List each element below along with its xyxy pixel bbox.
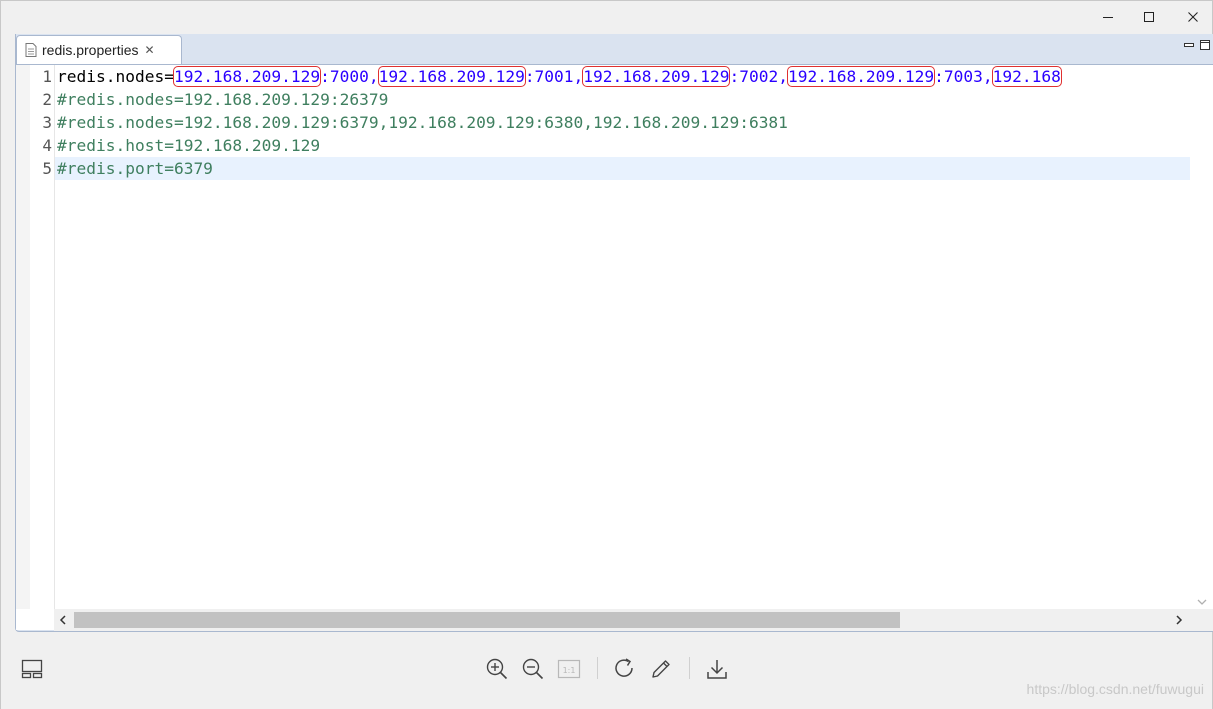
zoom-out-icon <box>522 658 544 680</box>
watermark: https://blog.csdn.net/fuwugui <box>1026 681 1204 697</box>
panel-layout-button[interactable] <box>19 656 45 682</box>
code-line-2: #redis.nodes=192.168.209.129:26379 <box>57 90 389 109</box>
edit-pen-icon <box>652 660 670 678</box>
zoom-out-button[interactable] <box>520 656 546 682</box>
zoom-in-button[interactable] <box>484 656 510 682</box>
equals-sign: = <box>164 67 174 86</box>
line-number: 5 <box>42 159 52 178</box>
panel-layout-icon <box>21 659 43 679</box>
scroll-down-icon[interactable] <box>1196 597 1208 607</box>
highlighted-ip: 192.168.209.129 <box>377 66 526 87</box>
line-number-gutter: 1 2 3 4 5 <box>30 65 54 609</box>
editor-frame: redis.properties ✕ 1 2 3 4 5 redis.nodes… <box>15 34 1213 632</box>
vertical-scrollbar[interactable] <box>1190 65 1213 609</box>
port-separator: :7000, <box>320 67 379 86</box>
edit-button[interactable] <box>648 656 674 682</box>
port-separator: :7002, <box>729 67 788 86</box>
close-button[interactable] <box>1171 1 1213 33</box>
code-line-1: redis.nodes=192.168.209.129:7000,192.168… <box>55 65 1190 88</box>
line-number: 1 <box>42 67 52 86</box>
code-line-4: #redis.host=192.168.209.129 <box>57 136 321 155</box>
rotate-button[interactable] <box>612 656 638 682</box>
toolbar-divider <box>597 657 598 679</box>
scroll-left-icon[interactable] <box>58 614 68 626</box>
tab-close-icon[interactable]: ✕ <box>145 44 155 56</box>
line-number: 2 <box>42 90 52 109</box>
actual-size-label: 1:1 <box>563 666 576 675</box>
maximize-button[interactable] <box>1127 1 1171 33</box>
scroll-right-icon[interactable] <box>1174 614 1184 626</box>
minimize-icon <box>1103 17 1113 18</box>
actual-size-button[interactable]: 1:1 <box>556 656 582 682</box>
highlighted-ip: 192.168.209.129 <box>172 66 322 87</box>
minimize-view-icon[interactable] <box>1183 40 1195 50</box>
actual-size-icon: 1:1 <box>557 659 581 679</box>
zoom-in-icon <box>486 658 508 680</box>
text-editor[interactable]: 1 2 3 4 5 redis.nodes=192.168.209.129:70… <box>16 64 1213 631</box>
title-bar <box>1 1 1212 33</box>
overview-ruler <box>16 65 30 609</box>
port-separator: :7003, <box>934 67 993 86</box>
close-icon <box>1188 12 1198 22</box>
viewer-window: redis.properties ✕ 1 2 3 4 5 redis.nodes… <box>0 0 1213 709</box>
maximize-icon <box>1144 12 1154 22</box>
maximize-view-icon[interactable] <box>1199 40 1211 50</box>
rotate-icon <box>615 658 633 677</box>
properties-file-icon <box>25 43 37 57</box>
download-icon <box>707 660 727 679</box>
highlighted-ip: 192.168.209.129 <box>786 66 936 87</box>
line-number: 3 <box>42 113 52 132</box>
tab-label: redis.properties <box>42 42 139 58</box>
code-line-5: #redis.port=6379 <box>55 157 1190 180</box>
code-area[interactable]: redis.nodes=192.168.209.129:7000,192.168… <box>54 65 1190 609</box>
line-number: 4 <box>42 136 52 155</box>
tab-bar: redis.properties ✕ <box>16 34 1213 64</box>
bottom-toolbar: 1:1 https://blog.csdn.net/fuwugui <box>1 633 1212 709</box>
tab-redis-properties[interactable]: redis.properties ✕ <box>16 35 182 64</box>
highlighted-ip: 192.168 <box>991 66 1062 87</box>
horizontal-scrollbar[interactable] <box>54 609 1213 631</box>
port-separator: :7001, <box>524 67 584 86</box>
code-line-3: #redis.nodes=192.168.209.129:6379,192.16… <box>57 113 788 132</box>
view-controls <box>1183 40 1211 50</box>
minimize-button[interactable] <box>1086 1 1130 33</box>
property-key: redis.nodes <box>57 67 165 86</box>
horizontal-scroll-thumb[interactable] <box>74 612 900 628</box>
download-button[interactable] <box>704 656 730 682</box>
highlighted-ip: 192.168.209.129 <box>582 66 731 87</box>
toolbar-divider <box>689 657 690 679</box>
